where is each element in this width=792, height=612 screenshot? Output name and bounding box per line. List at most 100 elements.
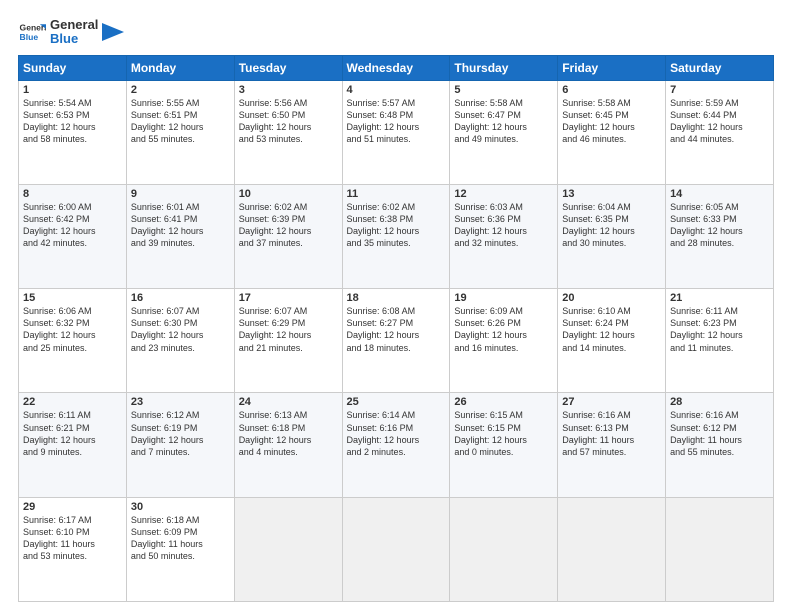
day-info: Sunrise: 6:12 AMSunset: 6:19 PMDaylight:… (131, 409, 230, 458)
table-row (342, 497, 450, 601)
day-info: Sunrise: 6:18 AMSunset: 6:09 PMDaylight:… (131, 514, 230, 563)
day-info: Sunrise: 6:05 AMSunset: 6:33 PMDaylight:… (670, 201, 769, 250)
day-number: 18 (347, 292, 446, 304)
table-row (666, 497, 774, 601)
day-number: 4 (347, 84, 446, 96)
day-number: 26 (454, 396, 553, 408)
weekday-header: Tuesday (234, 55, 342, 80)
table-row: 19Sunrise: 6:09 AMSunset: 6:26 PMDayligh… (450, 289, 558, 393)
logo-icon: General Blue (18, 18, 46, 46)
day-number: 20 (562, 292, 661, 304)
day-info: Sunrise: 6:01 AMSunset: 6:41 PMDaylight:… (131, 201, 230, 250)
day-number: 8 (23, 188, 122, 200)
table-row: 17Sunrise: 6:07 AMSunset: 6:29 PMDayligh… (234, 289, 342, 393)
table-row: 9Sunrise: 6:01 AMSunset: 6:41 PMDaylight… (126, 184, 234, 288)
day-info: Sunrise: 6:06 AMSunset: 6:32 PMDaylight:… (23, 305, 122, 354)
table-row: 28Sunrise: 6:16 AMSunset: 6:12 PMDayligh… (666, 393, 774, 497)
day-info: Sunrise: 6:17 AMSunset: 6:10 PMDaylight:… (23, 514, 122, 563)
day-info: Sunrise: 6:00 AMSunset: 6:42 PMDaylight:… (23, 201, 122, 250)
day-info: Sunrise: 6:16 AMSunset: 6:13 PMDaylight:… (562, 409, 661, 458)
day-info: Sunrise: 5:56 AMSunset: 6:50 PMDaylight:… (239, 97, 338, 146)
page-header: General Blue General Blue (18, 18, 774, 47)
logo-arrow-icon (102, 23, 124, 41)
day-number: 3 (239, 84, 338, 96)
day-info: Sunrise: 6:08 AMSunset: 6:27 PMDaylight:… (347, 305, 446, 354)
day-number: 7 (670, 84, 769, 96)
day-info: Sunrise: 6:15 AMSunset: 6:15 PMDaylight:… (454, 409, 553, 458)
day-number: 16 (131, 292, 230, 304)
table-row: 22Sunrise: 6:11 AMSunset: 6:21 PMDayligh… (19, 393, 127, 497)
table-row: 3Sunrise: 5:56 AMSunset: 6:50 PMDaylight… (234, 80, 342, 184)
weekday-header: Wednesday (342, 55, 450, 80)
day-number: 13 (562, 188, 661, 200)
table-row: 18Sunrise: 6:08 AMSunset: 6:27 PMDayligh… (342, 289, 450, 393)
weekday-header: Sunday (19, 55, 127, 80)
svg-text:Blue: Blue (20, 32, 39, 42)
day-info: Sunrise: 5:59 AMSunset: 6:44 PMDaylight:… (670, 97, 769, 146)
day-number: 30 (131, 501, 230, 513)
day-info: Sunrise: 6:11 AMSunset: 6:23 PMDaylight:… (670, 305, 769, 354)
day-number: 12 (454, 188, 553, 200)
weekday-header: Monday (126, 55, 234, 80)
table-row: 29Sunrise: 6:17 AMSunset: 6:10 PMDayligh… (19, 497, 127, 601)
table-row: 26Sunrise: 6:15 AMSunset: 6:15 PMDayligh… (450, 393, 558, 497)
table-row (234, 497, 342, 601)
day-info: Sunrise: 6:13 AMSunset: 6:18 PMDaylight:… (239, 409, 338, 458)
day-info: Sunrise: 6:02 AMSunset: 6:39 PMDaylight:… (239, 201, 338, 250)
day-number: 15 (23, 292, 122, 304)
table-row: 30Sunrise: 6:18 AMSunset: 6:09 PMDayligh… (126, 497, 234, 601)
day-number: 29 (23, 501, 122, 513)
logo-blue: Blue (50, 32, 98, 46)
day-number: 10 (239, 188, 338, 200)
table-row: 5Sunrise: 5:58 AMSunset: 6:47 PMDaylight… (450, 80, 558, 184)
day-number: 2 (131, 84, 230, 96)
day-number: 6 (562, 84, 661, 96)
weekday-header: Friday (558, 55, 666, 80)
table-row (450, 497, 558, 601)
day-number: 27 (562, 396, 661, 408)
day-info: Sunrise: 6:10 AMSunset: 6:24 PMDaylight:… (562, 305, 661, 354)
svg-text:General: General (20, 23, 46, 33)
day-info: Sunrise: 6:11 AMSunset: 6:21 PMDaylight:… (23, 409, 122, 458)
weekday-header: Saturday (666, 55, 774, 80)
day-number: 9 (131, 188, 230, 200)
table-row: 6Sunrise: 5:58 AMSunset: 6:45 PMDaylight… (558, 80, 666, 184)
day-number: 5 (454, 84, 553, 96)
table-row: 10Sunrise: 6:02 AMSunset: 6:39 PMDayligh… (234, 184, 342, 288)
day-number: 11 (347, 188, 446, 200)
table-row: 12Sunrise: 6:03 AMSunset: 6:36 PMDayligh… (450, 184, 558, 288)
day-number: 23 (131, 396, 230, 408)
weekday-header: Thursday (450, 55, 558, 80)
day-info: Sunrise: 5:58 AMSunset: 6:47 PMDaylight:… (454, 97, 553, 146)
table-row: 25Sunrise: 6:14 AMSunset: 6:16 PMDayligh… (342, 393, 450, 497)
table-row: 23Sunrise: 6:12 AMSunset: 6:19 PMDayligh… (126, 393, 234, 497)
day-number: 28 (670, 396, 769, 408)
table-row: 2Sunrise: 5:55 AMSunset: 6:51 PMDaylight… (126, 80, 234, 184)
day-number: 22 (23, 396, 122, 408)
day-number: 17 (239, 292, 338, 304)
table-row: 11Sunrise: 6:02 AMSunset: 6:38 PMDayligh… (342, 184, 450, 288)
table-row: 14Sunrise: 6:05 AMSunset: 6:33 PMDayligh… (666, 184, 774, 288)
table-row: 13Sunrise: 6:04 AMSunset: 6:35 PMDayligh… (558, 184, 666, 288)
day-info: Sunrise: 5:54 AMSunset: 6:53 PMDaylight:… (23, 97, 122, 146)
table-row: 4Sunrise: 5:57 AMSunset: 6:48 PMDaylight… (342, 80, 450, 184)
day-info: Sunrise: 6:09 AMSunset: 6:26 PMDaylight:… (454, 305, 553, 354)
table-row: 20Sunrise: 6:10 AMSunset: 6:24 PMDayligh… (558, 289, 666, 393)
day-info: Sunrise: 6:02 AMSunset: 6:38 PMDaylight:… (347, 201, 446, 250)
table-row: 21Sunrise: 6:11 AMSunset: 6:23 PMDayligh… (666, 289, 774, 393)
day-number: 1 (23, 84, 122, 96)
table-row: 16Sunrise: 6:07 AMSunset: 6:30 PMDayligh… (126, 289, 234, 393)
day-number: 24 (239, 396, 338, 408)
logo: General Blue General Blue (18, 18, 124, 47)
day-info: Sunrise: 6:07 AMSunset: 6:30 PMDaylight:… (131, 305, 230, 354)
table-row: 8Sunrise: 6:00 AMSunset: 6:42 PMDaylight… (19, 184, 127, 288)
table-row: 24Sunrise: 6:13 AMSunset: 6:18 PMDayligh… (234, 393, 342, 497)
day-info: Sunrise: 6:04 AMSunset: 6:35 PMDaylight:… (562, 201, 661, 250)
day-info: Sunrise: 6:07 AMSunset: 6:29 PMDaylight:… (239, 305, 338, 354)
day-number: 21 (670, 292, 769, 304)
table-row: 7Sunrise: 5:59 AMSunset: 6:44 PMDaylight… (666, 80, 774, 184)
day-number: 14 (670, 188, 769, 200)
table-row: 27Sunrise: 6:16 AMSunset: 6:13 PMDayligh… (558, 393, 666, 497)
day-number: 25 (347, 396, 446, 408)
day-info: Sunrise: 6:16 AMSunset: 6:12 PMDaylight:… (670, 409, 769, 458)
